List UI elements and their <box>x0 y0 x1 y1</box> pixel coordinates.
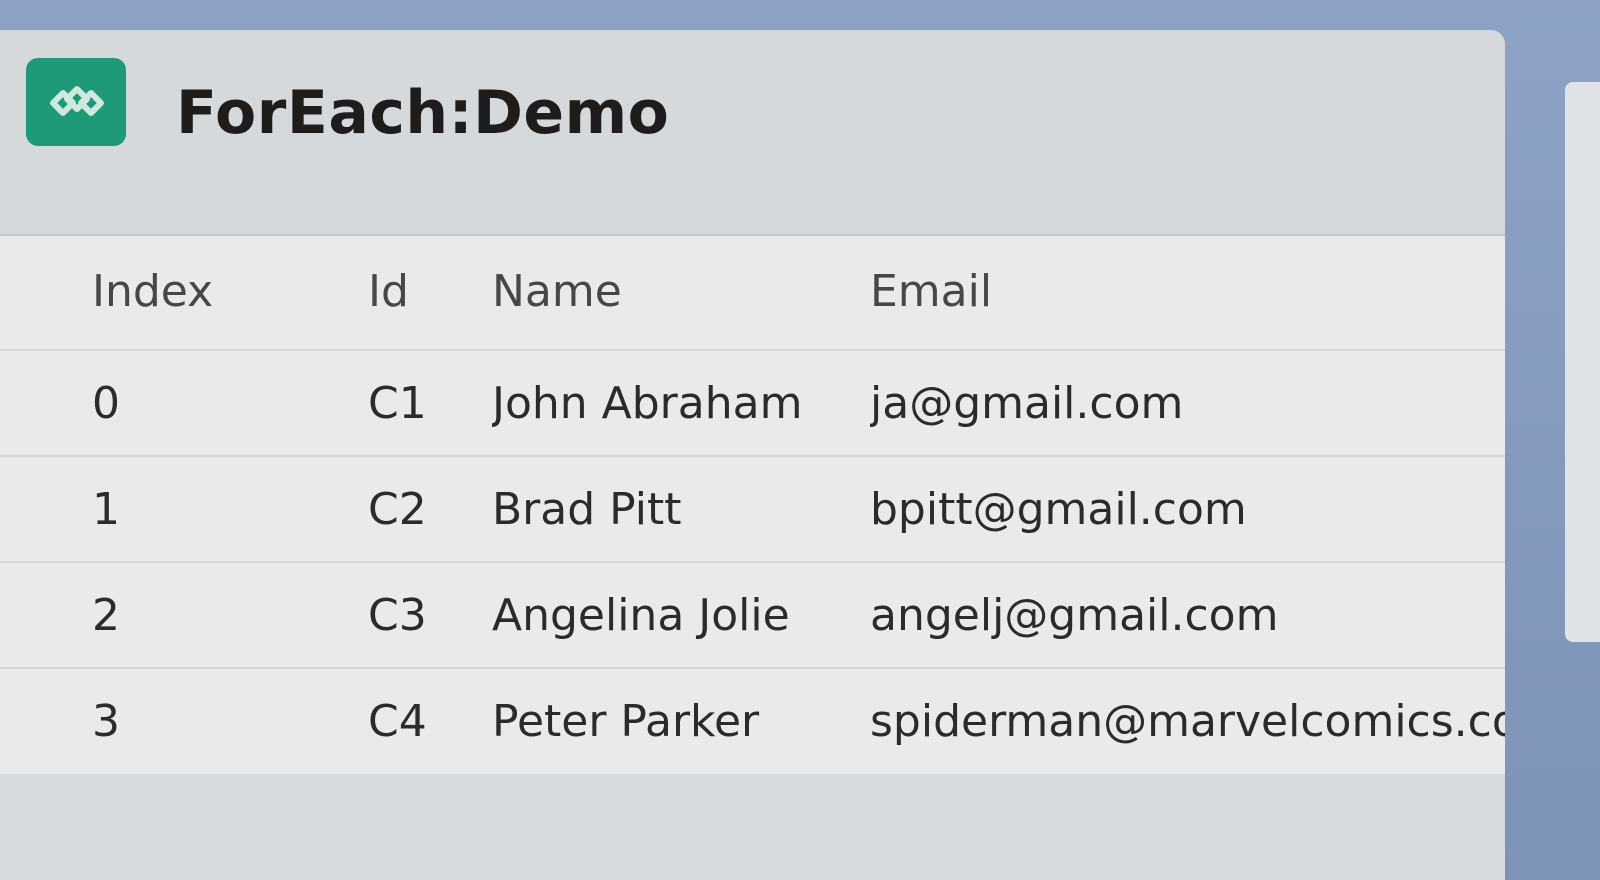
data-table-wrap: Index Id Name Email 0 C1 John Abraham ja… <box>0 234 1505 776</box>
cell-index: 2 <box>92 589 120 641</box>
table-header: Index Id Name Email <box>0 234 1505 350</box>
footer-area <box>0 774 1505 880</box>
customer-table: Index Id Name Email 0 C1 John Abraham ja… <box>0 234 1505 774</box>
cell-id: C3 <box>368 589 427 641</box>
column-header-id[interactable]: Id <box>368 234 492 350</box>
table-row[interactable]: 3 C4 Peter Parker spiderman@marvelcomics… <box>0 668 1505 774</box>
column-header-name[interactable]: Name <box>492 234 870 350</box>
cell-name: Peter Parker <box>492 696 760 747</box>
cell-id: C4 <box>368 696 427 747</box>
table-row[interactable]: 1 C2 Brad Pitt bpitt@gmail.com <box>0 456 1505 562</box>
column-header-index[interactable]: Index <box>0 234 368 350</box>
cell-email: ja@gmail.com <box>870 377 1184 429</box>
table-header-row: Index Id Name Email <box>0 234 1505 350</box>
cell-email: angelj@gmail.com <box>870 589 1279 641</box>
cell-index: 1 <box>92 483 120 535</box>
cell-index: 0 <box>92 377 120 429</box>
cell-name: Angelina Jolie <box>492 589 790 641</box>
app-logo <box>26 58 126 146</box>
app-title: ForEach:Demo <box>176 78 670 148</box>
side-panel <box>1565 82 1600 642</box>
app-header: ForEach:Demo <box>0 30 1505 240</box>
cell-email: spiderman@marvelcomics.com <box>870 696 1505 747</box>
cell-name: John Abraham <box>492 377 803 429</box>
cell-name: Brad Pitt <box>492 483 682 535</box>
table-row[interactable]: 2 C3 Angelina Jolie angelj@gmail.com <box>0 562 1505 668</box>
diamond-chain-icon <box>50 86 104 116</box>
table-row[interactable]: 0 C1 John Abraham ja@gmail.com <box>0 350 1505 456</box>
column-header-email[interactable]: Email <box>870 234 1505 350</box>
table-body: 0 C1 John Abraham ja@gmail.com 1 C2 Brad… <box>0 350 1505 774</box>
cell-id: C1 <box>368 377 427 429</box>
cell-index: 3 <box>92 696 120 747</box>
app-window: ForEach:Demo Index Id Name Email 0 C1 Jo… <box>0 30 1505 880</box>
cell-id: C2 <box>368 483 427 535</box>
cell-email: bpitt@gmail.com <box>870 483 1247 535</box>
